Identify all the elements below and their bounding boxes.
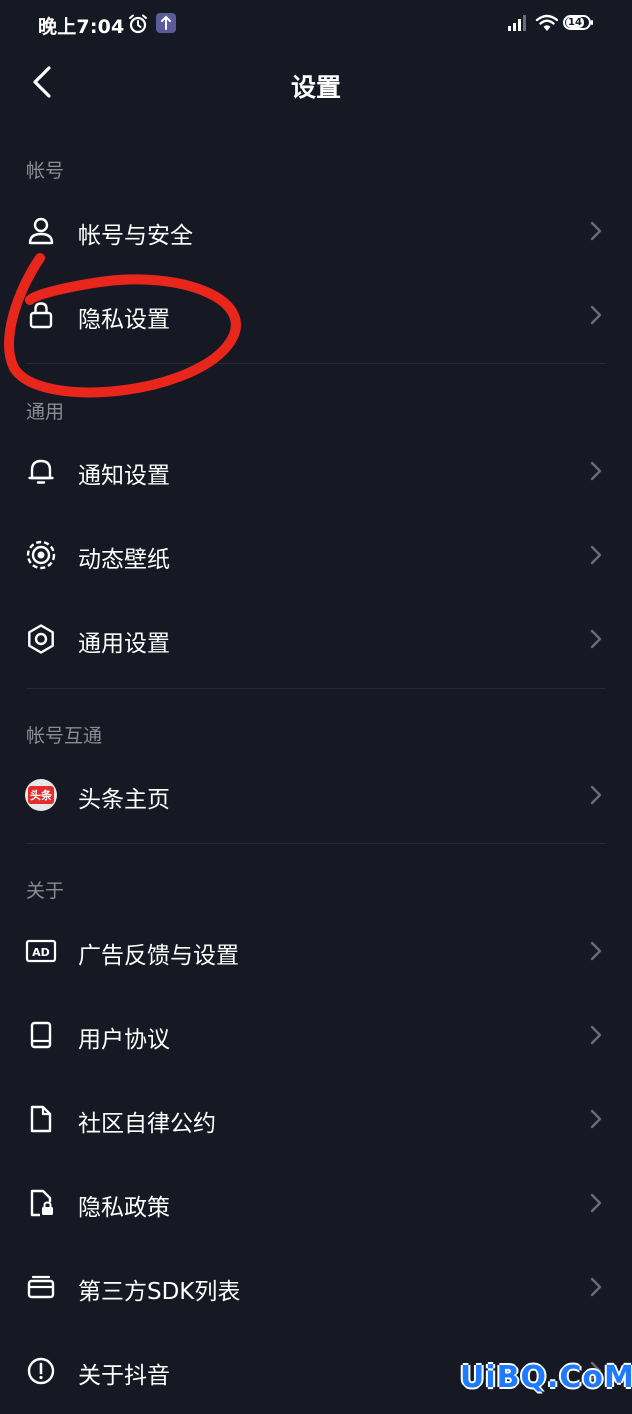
chevron-right-icon [590, 1193, 602, 1213]
status-bar: 晚上7:04 14 [0, 0, 632, 50]
row-general-settings[interactable]: 通用设置 [0, 598, 632, 682]
card-stack-icon [24, 1270, 58, 1304]
row-label: 通知设置 [78, 463, 170, 489]
signal-icon [507, 14, 529, 36]
chevron-right-icon [590, 1277, 602, 1297]
row-ad-feedback[interactable]: AD 广告反馈与设置 [0, 910, 632, 994]
ad-icon-text: AD [32, 946, 50, 959]
row-label: 第三方SDK列表 [78, 1279, 241, 1305]
live-wallpaper-icon [24, 538, 58, 572]
chevron-right-icon [590, 545, 602, 565]
row-notification-settings[interactable]: 通知设置 [0, 430, 632, 514]
chevron-right-icon [590, 221, 602, 241]
chevron-right-icon [590, 785, 602, 805]
chevron-right-icon [590, 461, 602, 481]
section-label-about: 关于 [26, 880, 65, 902]
row-user-agreement[interactable]: 用户协议 [0, 994, 632, 1078]
chevron-right-icon [590, 1025, 602, 1045]
battery-icon: 14 [563, 15, 593, 30]
header: 设置 [0, 50, 632, 116]
row-third-party-sdk[interactable]: 第三方SDK列表 [0, 1246, 632, 1330]
row-privacy-policy[interactable]: 隐私政策 [0, 1162, 632, 1246]
book-icon [24, 1018, 58, 1052]
row-account-security[interactable]: 帐号与安全 [0, 190, 632, 274]
info-icon [24, 1354, 58, 1388]
divider [26, 363, 606, 364]
ad-icon: AD [24, 934, 58, 968]
section-label-account-link: 帐号互通 [26, 725, 103, 747]
divider [26, 688, 606, 689]
row-privacy-settings[interactable]: 隐私设置 [0, 274, 632, 358]
chevron-right-icon [590, 941, 602, 961]
status-time: 晚上7:04 [38, 16, 125, 38]
toutiao-logo-icon: 头条 [24, 778, 58, 812]
row-label: 动态壁纸 [78, 547, 170, 573]
row-label: 通用设置 [78, 631, 170, 657]
watermark: UiBQ.CoM [460, 1360, 632, 1395]
row-community-guidelines[interactable]: 社区自律公约 [0, 1078, 632, 1162]
user-icon [24, 214, 58, 248]
toutiao-badge-text: 头条 [28, 786, 54, 804]
alarm-icon [127, 13, 149, 39]
row-toutiao-homepage[interactable]: 头条 头条主页 [0, 754, 632, 838]
chevron-right-icon [590, 1109, 602, 1129]
row-live-wallpaper[interactable]: 动态壁纸 [0, 514, 632, 598]
gear-icon [24, 622, 58, 656]
page-title: 设置 [290, 73, 341, 102]
wifi-icon [535, 13, 559, 37]
row-label: 帐号与安全 [78, 223, 193, 249]
row-label: 广告反馈与设置 [78, 943, 239, 969]
row-label: 用户协议 [78, 1027, 170, 1053]
divider [26, 843, 606, 844]
app-notification-icon [156, 13, 176, 33]
document-icon [24, 1102, 58, 1136]
chevron-right-icon [590, 629, 602, 649]
row-label: 隐私政策 [78, 1195, 170, 1221]
row-label: 头条主页 [78, 787, 170, 813]
row-label: 社区自律公约 [78, 1111, 216, 1137]
chevron-right-icon [590, 305, 602, 325]
section-label-account: 帐号 [26, 160, 65, 182]
section-label-general: 通用 [26, 401, 65, 423]
bell-icon [24, 454, 58, 488]
lock-icon [24, 298, 58, 332]
row-label: 关于抖音 [78, 1363, 170, 1389]
row-label: 隐私设置 [78, 307, 170, 333]
battery-level: 14 [566, 17, 584, 28]
document-lock-icon [24, 1186, 58, 1220]
